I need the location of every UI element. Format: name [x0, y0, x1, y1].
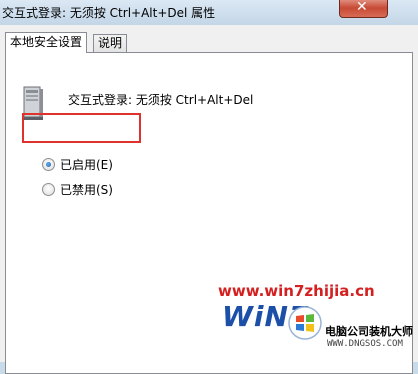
- window-title: 交互式登录: 无须按 Ctrl+Alt+Del 属性: [2, 6, 216, 20]
- tab-local-security-setting[interactable]: 本地安全设置: [5, 32, 88, 53]
- radio-enabled-circle[interactable]: [42, 158, 55, 171]
- watermark-shop-name: 电脑公司装机大师: [325, 325, 413, 338]
- radio-disabled-circle[interactable]: [42, 183, 55, 196]
- close-icon: ✕: [356, 0, 368, 15]
- windows-logo-icon: [288, 306, 322, 340]
- tab-explain[interactable]: 说明: [93, 34, 128, 52]
- annotation-highlight-box: [22, 113, 141, 143]
- dialog-body: 本地安全设置 说明 交互式登录: 无须按 Ctrl+Alt+Del 已启用(E)…: [0, 25, 418, 374]
- title-bar: 交互式登录: 无须按 Ctrl+Alt+Del 属性 ✕: [0, 0, 418, 25]
- radio-disabled[interactable]: 已禁用(S): [42, 181, 113, 198]
- watermark-url: www.win7zhijia.cn: [218, 282, 375, 300]
- radio-enabled-label: 已启用(E): [60, 158, 113, 172]
- radio-disabled-label: 已禁用(S): [60, 183, 113, 197]
- close-button[interactable]: ✕: [339, 0, 388, 18]
- radio-enabled[interactable]: 已启用(E): [42, 156, 113, 173]
- watermark-shop-url: WWW.DNGSOS.COM: [327, 339, 403, 349]
- policy-description: 交互式登录: 无须按 Ctrl+Alt+Del: [68, 93, 254, 107]
